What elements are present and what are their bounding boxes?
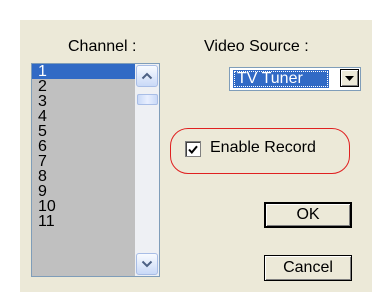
scroll-up-button[interactable] — [136, 65, 158, 87]
channel-item[interactable]: 11 — [32, 214, 135, 230]
channel-item[interactable]: 8 — [32, 169, 135, 185]
channel-label: Channel : — [68, 38, 137, 55]
dialog-panel: Channel : Video Source : 1 2 3 4 5 6 7 8 9 10 11 T… — [20, 20, 372, 292]
channel-item[interactable]: 2 — [32, 79, 135, 95]
scroll-thumb[interactable] — [137, 94, 158, 105]
enable-record-label[interactable]: Enable Record — [210, 139, 316, 157]
channel-listbox[interactable]: 1 2 3 4 5 6 7 8 9 10 11 — [31, 63, 160, 277]
checkmark-icon — [188, 145, 198, 154]
enable-record-checkbox[interactable] — [185, 141, 201, 157]
channel-item[interactable]: 10 — [32, 199, 135, 215]
chevron-down-icon — [141, 260, 153, 268]
channel-item[interactable]: 4 — [32, 109, 135, 125]
ok-button[interactable]: OK — [264, 202, 352, 228]
channel-item[interactable]: 6 — [32, 139, 135, 155]
channel-item[interactable]: 3 — [32, 94, 135, 110]
video-source-select[interactable]: TV Tuner — [229, 67, 361, 91]
channel-list-items: 1 2 3 4 5 6 7 8 9 10 11 — [32, 64, 135, 276]
channel-list-scrollbar[interactable] — [135, 64, 159, 276]
channel-item[interactable]: 1 — [32, 64, 135, 80]
channel-item[interactable]: 5 — [32, 124, 135, 140]
dropdown-button[interactable] — [340, 69, 359, 87]
scroll-down-button[interactable] — [136, 253, 158, 275]
dropdown-arrow-icon — [345, 75, 354, 81]
video-source-value: TV Tuner — [233, 70, 329, 88]
cancel-button[interactable]: Cancel — [264, 255, 352, 281]
channel-item[interactable]: 7 — [32, 154, 135, 170]
channel-item[interactable]: 9 — [32, 184, 135, 200]
video-source-label: Video Source : — [204, 38, 309, 55]
chevron-up-icon — [141, 72, 153, 80]
